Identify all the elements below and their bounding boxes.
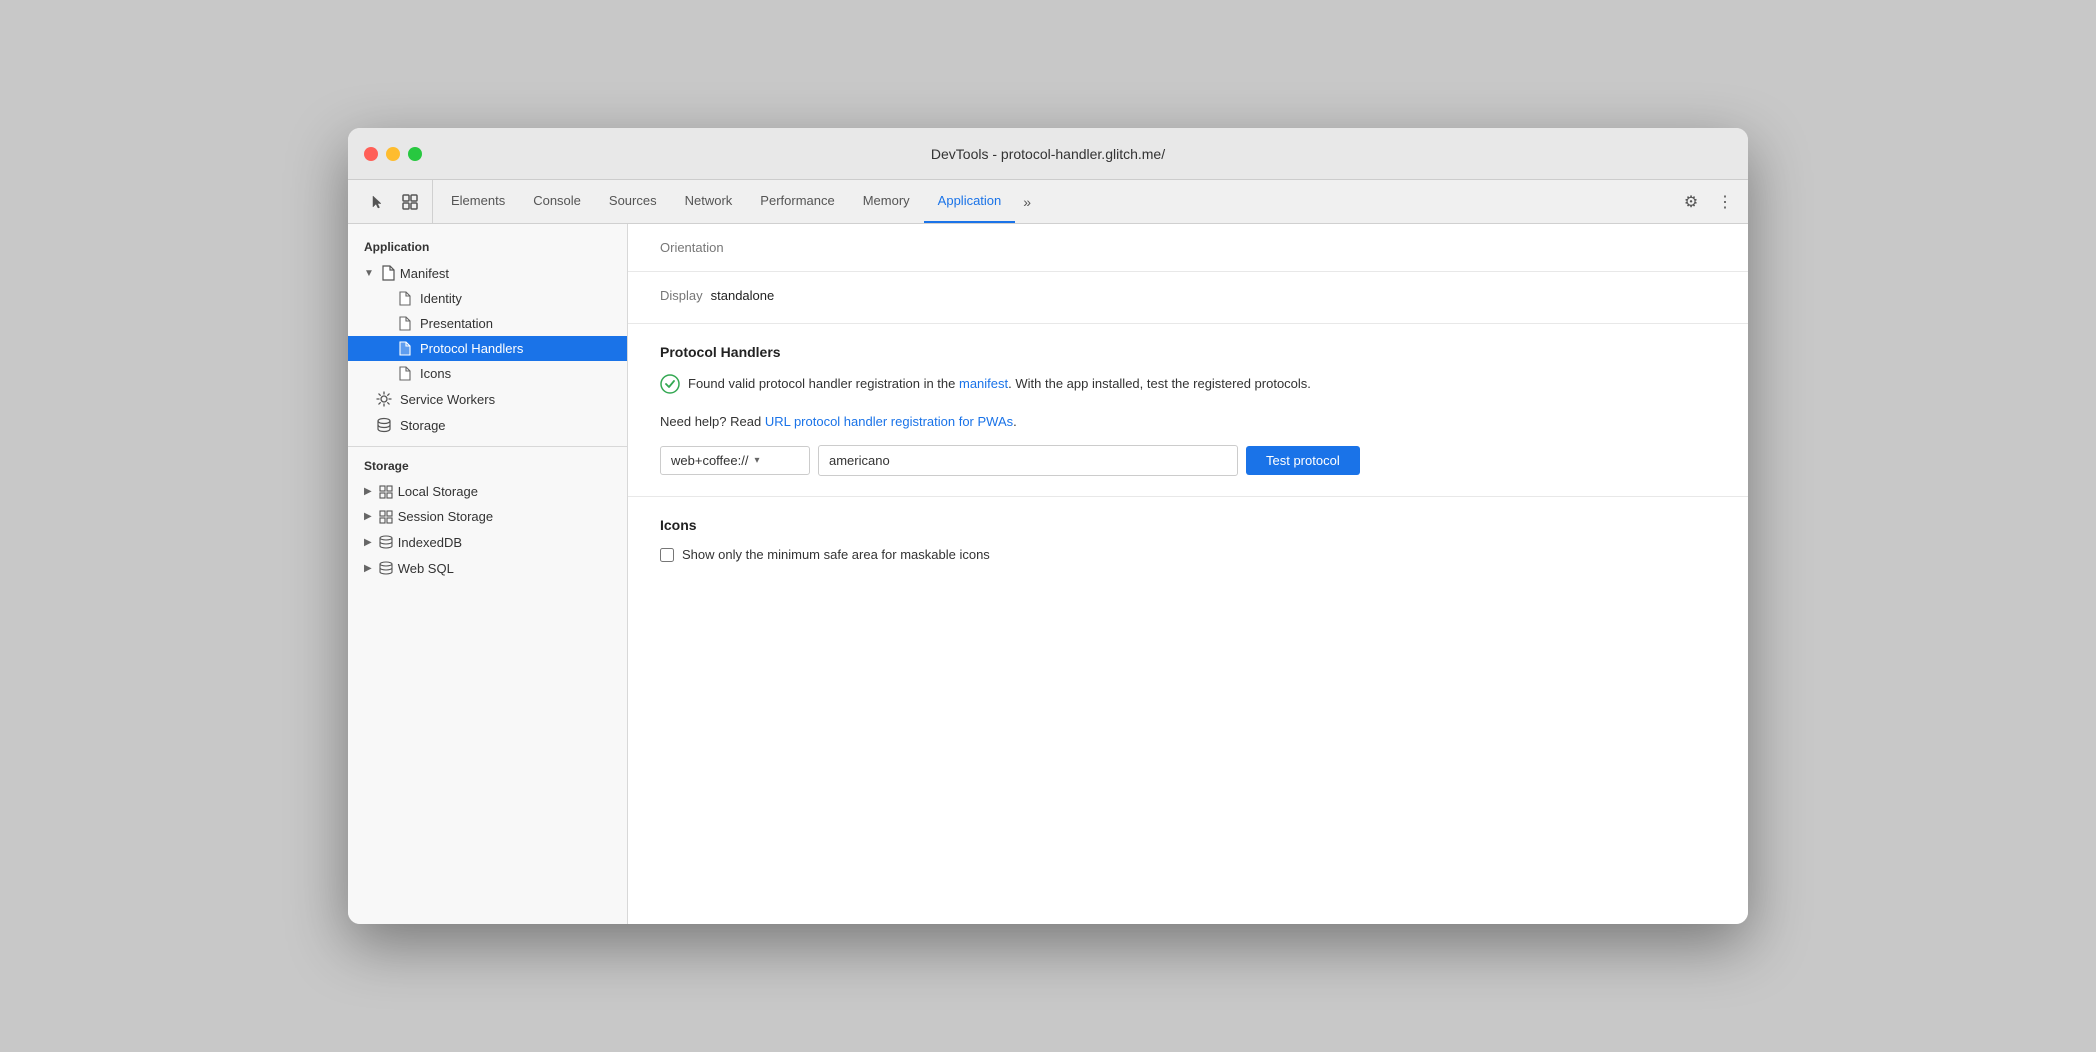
close-button[interactable] [364,147,378,161]
tabs: Elements Console Sources Network Perform… [437,180,1676,223]
indexed-db-expand-arrow: ▶ [364,537,372,548]
tab-elements[interactable]: Elements [437,180,519,223]
indexed-db-icon [378,534,394,550]
test-protocol-button[interactable]: Test protocol [1246,446,1360,475]
sidebar-item-icons[interactable]: Icons [348,361,627,386]
tab-application[interactable]: Application [924,180,1016,223]
success-post: . With the app installed, test the regis… [1008,376,1311,391]
presentation-label: Presentation [420,316,493,331]
toolbar: Elements Console Sources Network Perform… [348,180,1748,224]
more-options-icon[interactable]: ⋮ [1710,187,1740,217]
success-message-row: Found valid protocol handler registratio… [660,374,1716,402]
orientation-label: Orientation [660,240,724,255]
sidebar-item-protocol-handlers[interactable]: Protocol Handlers [348,336,627,361]
display-label: Display [660,288,703,303]
protocol-handlers-file-icon [396,341,412,356]
sidebar-item-identity[interactable]: Identity [348,286,627,311]
tab-sources[interactable]: Sources [595,180,671,223]
help-post: . [1013,414,1017,429]
devtools-window: DevTools - protocol-handler.glitch.me/ E… [348,128,1748,924]
service-workers-gear-icon [376,391,392,407]
success-pre: Found valid protocol handler registratio… [688,376,959,391]
web-sql-label: Web SQL [398,561,454,576]
display-row: Display standalone [628,272,1748,324]
tab-performance[interactable]: Performance [746,180,848,223]
manifest-link[interactable]: manifest [959,376,1008,391]
maskable-icons-row: Show only the minimum safe area for mask… [660,547,1716,562]
identity-file-icon [396,291,412,306]
web-sql-expand-arrow: ▶ [364,563,372,574]
cursor-icon[interactable] [364,188,392,216]
protocol-input[interactable] [818,445,1238,476]
icons-label: Icons [420,366,451,381]
indexed-db-label: IndexedDB [398,535,462,550]
manifest-file-icon [380,265,396,281]
sidebar-item-indexed-db[interactable]: ▶ IndexedDB [348,529,627,555]
protocol-handlers-title: Protocol Handlers [660,344,1716,360]
session-storage-expand-arrow: ▶ [364,511,372,522]
session-storage-grid-icon [378,510,394,524]
local-storage-expand-arrow: ▶ [364,486,372,497]
sidebar-item-service-workers[interactable]: Service Workers [348,386,627,412]
sidebar-item-presentation[interactable]: Presentation [348,311,627,336]
tab-network[interactable]: Network [671,180,747,223]
protocol-handlers-section: Protocol Handlers Found valid protocol h… [628,324,1748,497]
dropdown-arrow-icon: ▾ [754,455,759,466]
help-text: Need help? Read URL protocol handler reg… [660,414,1716,429]
storage-db-icon [376,417,392,433]
inspect-icon[interactable] [396,188,424,216]
icons-section: Icons Show only the minimum safe area fo… [628,497,1748,582]
help-pre: Need help? Read [660,414,765,429]
icons-section-title: Icons [660,517,1716,533]
manifest-expand-arrow: ▼ [364,268,374,279]
sidebar-item-web-sql[interactable]: ▶ Web SQL [348,555,627,581]
display-value: standalone [711,288,775,303]
content-area: Orientation Display standalone Protocol … [628,224,1748,924]
toolbar-icons [356,180,433,223]
toolbar-right: ⚙ ⋮ [1676,180,1740,223]
manifest-label: Manifest [400,266,449,281]
protocol-handlers-label: Protocol Handlers [420,341,523,356]
presentation-file-icon [396,316,412,331]
tab-more[interactable]: » [1015,180,1039,223]
tab-memory[interactable]: Memory [849,180,924,223]
protocol-row: web+coffee:// ▾ Test protocol [660,445,1716,476]
traffic-lights [364,147,422,161]
protocol-select-value: web+coffee:// [671,453,748,468]
maximize-button[interactable] [408,147,422,161]
maskable-icons-checkbox[interactable] [660,548,674,562]
sidebar: Application ▼ Manifest [348,224,628,924]
local-storage-label: Local Storage [398,484,478,499]
sidebar-item-session-storage[interactable]: ▶ Session Storage [348,504,627,529]
application-section-title: Application [348,236,627,260]
sidebar-divider [348,446,627,447]
protocol-select[interactable]: web+coffee:// ▾ [660,446,810,475]
main-layout: Application ▼ Manifest [348,224,1748,924]
storage-label: Storage [400,418,446,433]
sidebar-item-manifest[interactable]: ▼ Manifest [348,260,627,286]
success-check-icon [660,374,680,402]
icons-file-icon [396,366,412,381]
identity-label: Identity [420,291,462,306]
minimize-button[interactable] [386,147,400,161]
tab-console[interactable]: Console [519,180,595,223]
session-storage-label: Session Storage [398,509,493,524]
pwa-link[interactable]: URL protocol handler registration for PW… [765,414,1013,429]
storage-section-title: Storage [348,455,627,479]
title-bar: DevTools - protocol-handler.glitch.me/ [348,128,1748,180]
window-title: DevTools - protocol-handler.glitch.me/ [931,146,1165,162]
sidebar-item-storage[interactable]: Storage [348,412,627,438]
settings-icon[interactable]: ⚙ [1676,187,1706,217]
sidebar-item-local-storage[interactable]: ▶ Local Storage [348,479,627,504]
maskable-icons-label[interactable]: Show only the minimum safe area for mask… [682,547,990,562]
success-text: Found valid protocol handler registratio… [688,374,1311,394]
web-sql-icon [378,560,394,576]
orientation-row: Orientation [628,224,1748,272]
local-storage-grid-icon [378,485,394,499]
service-workers-label: Service Workers [400,392,495,407]
